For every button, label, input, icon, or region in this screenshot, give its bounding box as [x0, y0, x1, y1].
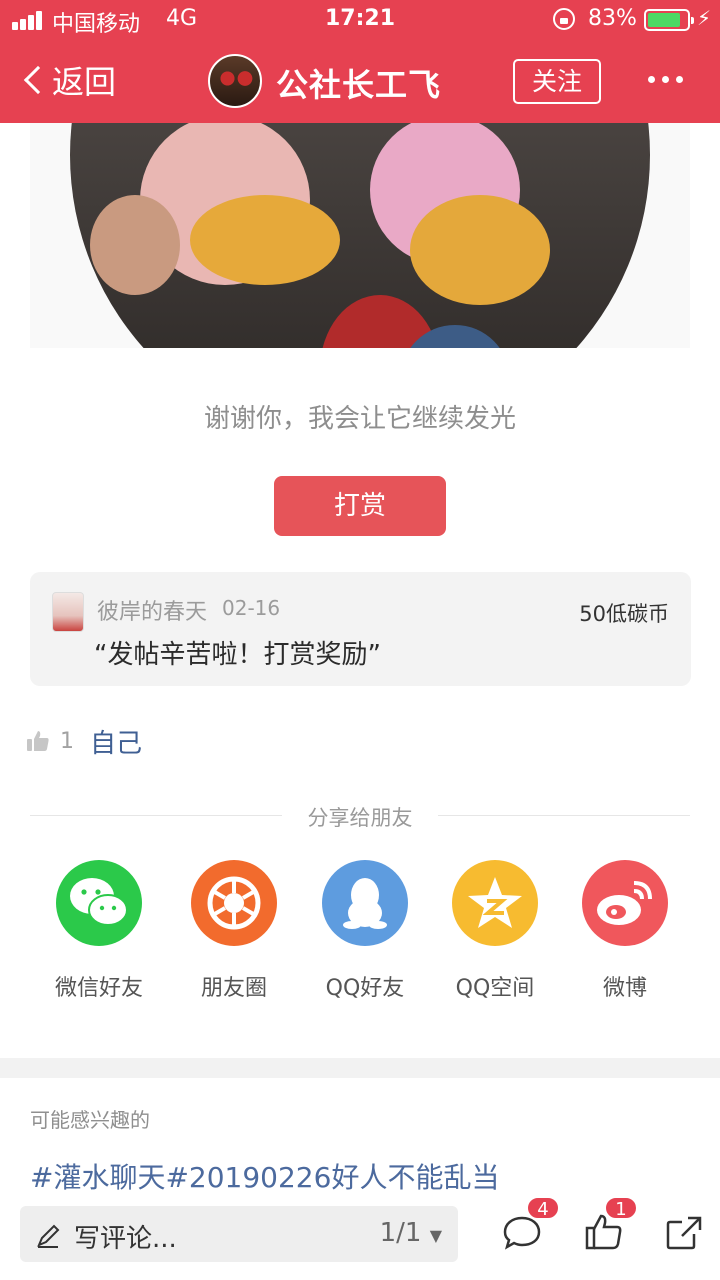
like-count-badge: 1	[604, 1196, 638, 1220]
reward-record-card: 彼岸的春天 02-16 50低碳币 “发帖辛苦啦！打赏奖励”	[30, 572, 691, 686]
post-photo[interactable]	[70, 123, 650, 348]
reward-thanks-text: 谢谢你，我会让它继续发光	[203, 404, 516, 434]
author-avatar[interactable]	[208, 54, 262, 108]
bottom-bar: 写评论... 1/1 ▼ 4 1	[0, 1196, 720, 1280]
dropdown-arrow-icon: ▼	[429, 1226, 442, 1245]
battery-icon	[644, 9, 694, 31]
comment-count-badge: 4	[526, 1196, 560, 1220]
reward-amount: 50低碳币	[579, 602, 669, 626]
share-moments[interactable]: 朋友圈	[169, 860, 299, 1002]
top-bar: 中国移动 4G 17:21 83% ⚡ 返回 公社长工飞 关注	[0, 0, 720, 123]
share-label: QQ空间	[455, 976, 535, 1001]
interest-section-label: 可能感兴趣的	[30, 1108, 150, 1132]
like-count: 1	[60, 728, 74, 754]
share-qq[interactable]: QQ好友	[300, 860, 430, 1002]
liked-by-user[interactable]: 自己	[90, 723, 142, 760]
share-title: 分享给朋友	[307, 806, 413, 830]
post-image-card	[30, 123, 690, 348]
moments-icon	[191, 860, 277, 946]
interest-topic-link[interactable]: #灌水聊天#20190226好人不能乱当	[30, 1156, 499, 1196]
share-label: 朋友圈	[200, 976, 267, 1001]
reward-button[interactable]: 打赏	[274, 476, 446, 536]
orientation-lock-icon	[553, 8, 575, 30]
comment-input[interactable]: 写评论... 1/1 ▼	[20, 1206, 458, 1262]
comment-placeholder: 写评论...	[74, 1224, 177, 1254]
qq-icon	[322, 860, 408, 946]
more-icon[interactable]	[648, 76, 684, 84]
qzone-icon	[452, 860, 538, 946]
likes-row: 1 自己	[26, 723, 142, 760]
back-label: 返回	[52, 63, 117, 101]
author-name[interactable]: 公社长工飞	[276, 60, 441, 106]
status-bar: 中国移动 4G 17:21 83% ⚡	[0, 0, 720, 40]
nav-bar: 返回 公社长工飞 关注	[0, 40, 720, 123]
share-icon	[666, 1216, 702, 1250]
like-button[interactable]: 1	[584, 1196, 638, 1252]
share-qzone[interactable]: QQ空间	[430, 860, 560, 1002]
thumb-up-icon[interactable]	[26, 729, 50, 753]
battery-percent: 83%	[588, 6, 637, 31]
rewarder-avatar[interactable]	[52, 592, 84, 632]
weibo-icon	[582, 860, 668, 946]
page-indicator[interactable]: 1/1 ▼	[380, 1218, 442, 1248]
share-button[interactable]	[664, 1212, 704, 1252]
reward-message: “发帖辛苦啦！打赏奖励”	[94, 640, 381, 670]
section-divider	[0, 1058, 720, 1078]
rewarder-name[interactable]: 彼岸的春天	[97, 594, 207, 626]
chevron-left-icon	[23, 65, 53, 95]
share-label: 微博	[602, 976, 647, 1001]
share-wechat[interactable]: 微信好友	[34, 860, 164, 1002]
pencil-icon	[37, 1224, 60, 1248]
back-button[interactable]: 返回	[20, 58, 116, 102]
wechat-icon	[56, 860, 142, 946]
share-label: QQ好友	[325, 976, 405, 1001]
share-weibo[interactable]: 微博	[560, 860, 690, 1002]
reward-date: 02-16	[222, 596, 281, 620]
page-indicator-text: 1/1	[379, 1218, 422, 1248]
share-label: 微信好友	[54, 976, 143, 1001]
comments-button[interactable]: 4	[502, 1196, 560, 1252]
follow-button[interactable]: 关注	[513, 59, 601, 104]
post-reward-page: 中国移动 4G 17:21 83% ⚡ 返回 公社长工飞 关注 谢谢你，我会让它…	[0, 0, 720, 1280]
charging-icon: ⚡	[697, 6, 712, 30]
